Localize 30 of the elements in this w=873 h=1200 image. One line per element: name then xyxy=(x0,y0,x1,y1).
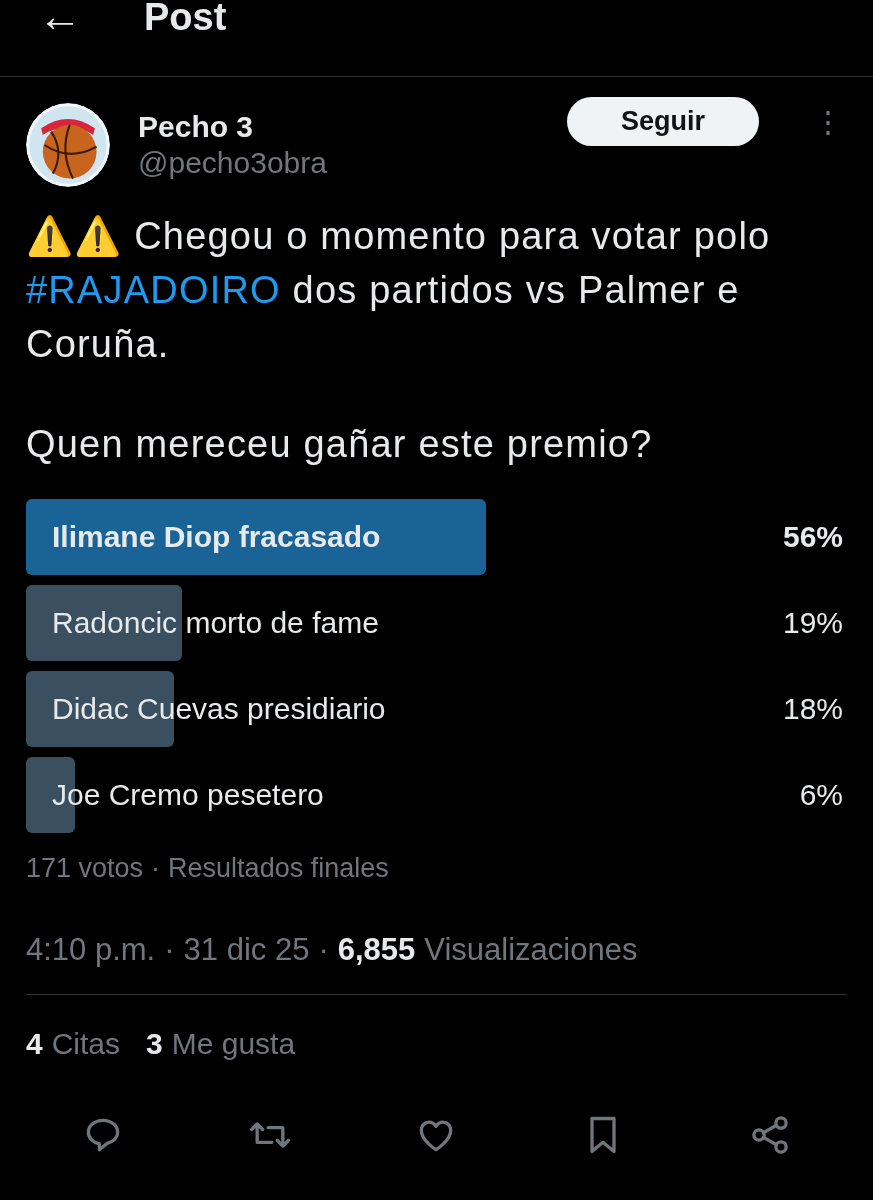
author-name[interactable]: Pecho 3 xyxy=(138,110,539,144)
poll-percentage: 56% xyxy=(782,520,844,554)
back-button[interactable]: ← xyxy=(38,0,82,38)
separator-dot: · xyxy=(164,932,175,968)
page-title: Post xyxy=(144,0,227,39)
view-count: 6,855 xyxy=(337,932,416,968)
views-label: Visualizaciones xyxy=(424,932,638,968)
author-handle[interactable]: @pecho3obra xyxy=(138,146,539,180)
post-text: ⚠⚠ Chegou o momento para votar polo #RAJADOIRO dos partidos vs Palmer e Coruña. xyxy=(26,214,772,367)
more-button[interactable]: ⋮ xyxy=(809,103,847,139)
poll-option-label: Didac Cuevas presidiario xyxy=(51,692,387,726)
vote-count: 171 votos xyxy=(26,853,144,884)
post-date: 31 dic 25 xyxy=(183,932,310,968)
poll-option-label: Radoncic morto de fame xyxy=(51,606,380,640)
separator-dot: · xyxy=(151,853,161,884)
stat-count[interactable]: 4 xyxy=(26,1027,43,1061)
stat-label[interactable]: Citas xyxy=(51,1027,121,1061)
poll-option-label: Joe Cremo pesetero xyxy=(51,778,325,812)
stat-label[interactable]: Me gusta xyxy=(171,1027,296,1061)
poll-status: Resultados finales xyxy=(168,853,389,884)
poll-percentage: 6% xyxy=(799,778,844,812)
post-time: 4:10 p.m. xyxy=(26,932,156,968)
poll-option-label: Ilimane Diop fracasado xyxy=(51,520,382,554)
follow-button[interactable]: Seguir xyxy=(566,96,759,146)
poll-percentage: 19% xyxy=(782,606,844,640)
stat-count[interactable]: 3 xyxy=(146,1027,163,1061)
hashtag-link[interactable]: #RAJADOIRO xyxy=(26,269,281,311)
poll-percentage: 18% xyxy=(782,692,844,726)
post-text: Quen mereceu gañar este premio? xyxy=(26,422,654,467)
separator-dot: · xyxy=(318,932,329,968)
